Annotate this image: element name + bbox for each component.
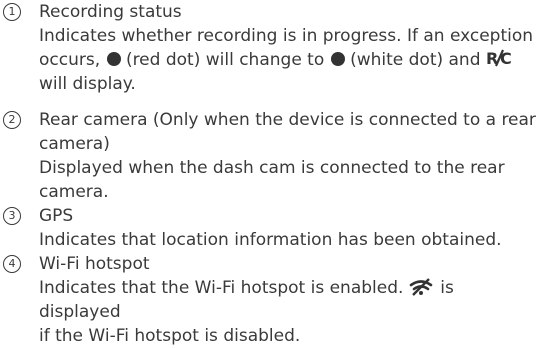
legend-item-rear-camera: 2 Rear camera (Only when the device is c… — [0, 108, 539, 204]
item-description: if the Wi-Fi hotspot is disabled. — [39, 326, 301, 346]
item-description: Indicates whether recording is in progre… — [39, 26, 534, 46]
legend-item-recording-status: 1 Recording status Indicates whether rec… — [0, 0, 539, 96]
legend-item-gps: 3 GPS Indicates that location informatio… — [0, 204, 539, 252]
item-description: occurs, — [39, 50, 101, 70]
item-number: 4 — [3, 255, 21, 273]
item-description: camera. — [39, 182, 109, 202]
item-description: Displayed when the dash cam is connected… — [39, 158, 505, 178]
legend-item-wifi-hotspot: 4 Wi-Fi hotspot Indicates that the Wi-Fi… — [0, 252, 539, 348]
item-description: (red dot) will change to — [125, 50, 325, 70]
item-title: Wi-Fi hotspot — [39, 254, 150, 274]
item-title: Rear camera (Only when the device is con… — [39, 110, 536, 130]
status-icon-legend: 1 Recording status Indicates whether rec… — [0, 0, 539, 346]
item-title: Recording status — [39, 2, 182, 22]
item-number: 1 — [3, 3, 21, 21]
item-description: will display. — [39, 74, 136, 94]
record-dot-icon — [106, 52, 121, 66]
item-description: Indicates that the Wi-Fi hotspot is enab… — [39, 278, 404, 298]
item-title: GPS — [39, 206, 74, 226]
wifi-disabled-icon — [409, 278, 433, 296]
white-dot-icon — [330, 52, 345, 66]
item-number: 3 — [3, 207, 21, 225]
item-description: Indicates that location information has … — [39, 230, 502, 250]
rec-error-icon: R C — [486, 49, 512, 67]
item-title: camera) — [39, 134, 110, 154]
item-description: (white dot) and — [350, 50, 481, 70]
item-number: 2 — [3, 111, 21, 129]
